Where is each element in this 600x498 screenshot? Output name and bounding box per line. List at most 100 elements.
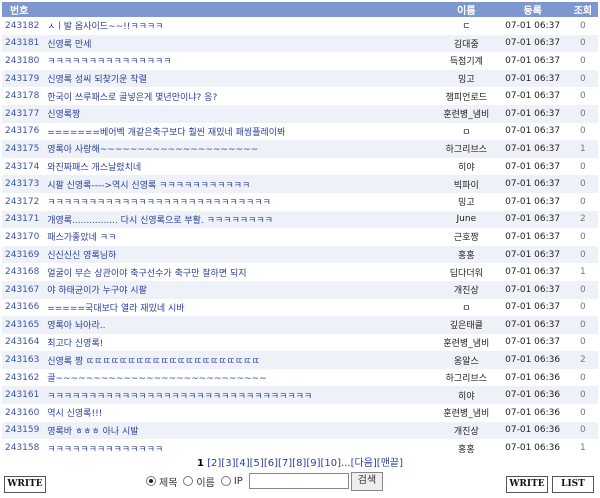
search-button[interactable]: 검색	[350, 471, 384, 491]
post-title-link[interactable]: ㅋㅋㅋㅋㅋㅋㅋㅋㅋㅋㅋㅋㅋㅋㅋㅋㅋㅋㅋㅋㅋㅋㅋㅋㅋㅋㅋ	[43, 193, 435, 211]
post-author[interactable]: 김대중	[435, 34, 498, 53]
post-author[interactable]: 옹알스	[435, 351, 498, 369]
post-author[interactable]: 밍고	[435, 69, 498, 88]
post-hits: 0	[580, 337, 586, 348]
post-hits: 0	[580, 20, 586, 31]
write-button-left[interactable]: WRITE	[4, 476, 46, 493]
post-date: 07-01 06:37	[505, 161, 561, 172]
post-title-link[interactable]: ㅅㅣ발 옵사이드~~!!ㅋㅋㅋㅋ	[43, 17, 435, 35]
post-hits: 0	[580, 91, 586, 102]
table-row: 243164 최고다 신영록! 훈련병_냄비 07-01 06:37 0	[2, 334, 598, 352]
post-title-link[interactable]: 신영록 성씨 되찾기운 작렬	[43, 69, 436, 88]
post-number: 243160	[5, 407, 40, 418]
post-title-link[interactable]: ㅋㅋㅋㅋㅋㅋㅋㅋㅋㅋㅋㅋㅋㅋㅋ	[43, 52, 435, 70]
post-title-link[interactable]: 영록아 사랑해~~~~~~~~~~~~~~~~~~~~~	[43, 140, 436, 158]
page-link[interactable]: [2]	[207, 458, 221, 469]
post-date: 07-01 06:37	[505, 196, 561, 207]
page-link[interactable]: [8]	[292, 458, 306, 469]
radio-title[interactable]	[146, 476, 156, 486]
page-link[interactable]: [9]	[306, 458, 320, 469]
post-author[interactable]: 훈련병_냄비	[435, 404, 497, 422]
table-row: 243177 신영록짱 훈련병_냄비 07-01 06:37 0	[2, 104, 598, 123]
post-title-link[interactable]: =====국대보다 열라 재밌네 시바	[43, 299, 435, 317]
post-author[interactable]: 챔피언로드	[435, 87, 497, 105]
post-title-link[interactable]: 최고다 신영록!	[43, 334, 435, 352]
post-title-link[interactable]: 신신신신 영록님하	[43, 245, 436, 264]
post-hits: 0	[567, 386, 598, 405]
col-hits-header: 조회	[567, 2, 598, 17]
table-row: 243180 ㅋㅋㅋㅋㅋㅋㅋㅋㅋㅋㅋㅋㅋㅋㅋ 득점기계 07-01 06:37 0	[2, 52, 598, 70]
list-button[interactable]: LIST	[552, 476, 594, 493]
post-title-link[interactable]: 영록바 ㅎㅎㅎ 아나 시발	[43, 421, 436, 440]
post-author[interactable]: 히야	[435, 158, 497, 176]
post-author[interactable]: 히야	[435, 386, 498, 405]
post-number: 243181	[2, 34, 44, 53]
post-author[interactable]: 개진상	[435, 421, 498, 440]
post-author[interactable]: 훈련병_냄비	[435, 104, 498, 123]
post-hits: 0	[567, 69, 598, 88]
post-title-link[interactable]: =======베어벡 개같은축구보다 훨씬 재밌네 패씽플레이봐	[43, 123, 435, 141]
col-num-header: 번호	[2, 2, 44, 17]
page-last-link[interactable]: [맨끝]	[377, 458, 403, 469]
post-author[interactable]: 밍고	[435, 193, 497, 211]
radio-ip[interactable]	[220, 476, 231, 486]
post-title-link[interactable]: ㅋㅋㅋㅋㅋㅋㅋㅋㅋㅋㅋㅋㅋㅋㅋㅋㅋㅋㅋㅋㅋㅋㅋㅋㅋㅋㅋㅋㅋㅋㅋㅋ	[43, 386, 436, 405]
post-hits: 0	[580, 231, 586, 242]
post-hits: 1	[567, 140, 598, 158]
post-title-link[interactable]: 얼굴이 무슨 상관이야 축구선수가 축구만 잘하면 되지	[43, 263, 435, 281]
post-title-link[interactable]: 골~~~~~~~~~~~~~~~~~~~~~~~~~~~~	[43, 369, 435, 387]
post-hits: 1	[580, 267, 586, 278]
page-link[interactable]: [3]	[221, 458, 235, 469]
post-author[interactable]: ㄷ	[435, 17, 497, 35]
post-hits: 0	[567, 316, 598, 334]
search-input[interactable]	[248, 473, 349, 489]
page-link[interactable]: [6]	[264, 458, 278, 469]
post-author[interactable]: 빅파이	[435, 175, 498, 193]
post-author[interactable]: 개진상	[435, 280, 498, 299]
pagination: 1 [2][3][4][5][6][7][8][9][10]...[다음][맨끝…	[0, 454, 600, 469]
post-number: 243180	[5, 55, 40, 66]
table-row: 243170 패스가좋았네 ㅋㅋ 근호짱 07-01 06:37 0	[2, 228, 598, 246]
post-author[interactable]: 홍홍	[435, 245, 498, 264]
post-title-link[interactable]: 개영록................ 다시 신영록으로 부활. ㅋㅋㅋㅋㅋㅋㅋ…	[43, 210, 436, 229]
post-author[interactable]: 하그리브스	[435, 140, 498, 158]
table-row: 243176 =======베어벡 개같은축구보다 훨씬 재밌네 패씽플레이봐 ㅁ 0…	[2, 123, 598, 141]
post-title-link[interactable]: 신영록짱	[43, 104, 436, 123]
post-title-link[interactable]: 신영록 만세	[43, 34, 436, 53]
page-current: 1	[196, 458, 204, 469]
post-number: 243170	[5, 231, 40, 242]
radio-name[interactable]	[183, 476, 194, 486]
post-author[interactable]: 딥다더워	[435, 263, 497, 281]
post-title-link[interactable]: 한국이 쓰루패스로 골넣은게 몇년만이냐? 응?	[43, 87, 435, 105]
page-link[interactable]: [4]	[235, 458, 249, 469]
post-title-link[interactable]: 패스가좋았네 ㅋㅋ	[43, 228, 435, 246]
post-author[interactable]: ㅁ	[435, 299, 497, 317]
post-author[interactable]: 훈련병_냄비	[435, 334, 497, 352]
post-author[interactable]: ㅁ	[435, 123, 497, 141]
post-title-link[interactable]: 신영록 짱 ㄸㄸㄸㄸㄸㄸㄸㄸㄸㄸㄸㄸㄸㄸㄸㄸㄸㄸㄸㄸㄸ	[43, 351, 436, 369]
post-author[interactable]: June	[435, 210, 498, 229]
post-number: 243163	[2, 351, 44, 369]
page-ellipsis: ...	[341, 458, 351, 469]
post-title-link[interactable]: 야 하태균이가 누구야 시팔	[43, 280, 436, 299]
post-author[interactable]: 하그리브스	[435, 369, 497, 387]
post-date: 07-01 06:36	[497, 351, 568, 369]
page-link[interactable]: [5]	[250, 458, 264, 469]
post-date: 07-01 06:37	[497, 175, 568, 193]
post-title-link[interactable]: 역시 신영록!!!	[43, 404, 435, 422]
table-row: 243173 시팔 신영록---->역시 신영록 ㅋㅋㅋㅋㅋㅋㅋㅋㅋㅋㅋ 빅파이 07…	[2, 175, 598, 193]
post-title-link[interactable]: 시팔 신영록---->역시 신영록 ㅋㅋㅋㅋㅋㅋㅋㅋㅋㅋㅋ	[43, 175, 436, 193]
post-author[interactable]: 득점기계	[435, 52, 497, 70]
post-author[interactable]: 근호짱	[435, 228, 497, 246]
post-author[interactable]: 깊은태클	[435, 316, 498, 334]
post-hits: 0	[580, 302, 586, 313]
post-number: 243167	[2, 280, 44, 299]
table-row: 243167 야 하태균이가 누구야 시팔 개진상 07-01 06:37 0	[2, 280, 598, 299]
post-title-link[interactable]: 와진짜패스 개스날렸치네	[43, 158, 435, 176]
page-next-link[interactable]: [다음]	[351, 458, 377, 469]
page-link[interactable]: [7]	[278, 458, 292, 469]
post-title-link[interactable]: 영록아 놔아라..	[43, 316, 436, 334]
page-link[interactable]: [10]	[321, 458, 342, 469]
write-button-right[interactable]: WRITE	[506, 476, 548, 493]
post-hits: 0	[567, 421, 598, 440]
